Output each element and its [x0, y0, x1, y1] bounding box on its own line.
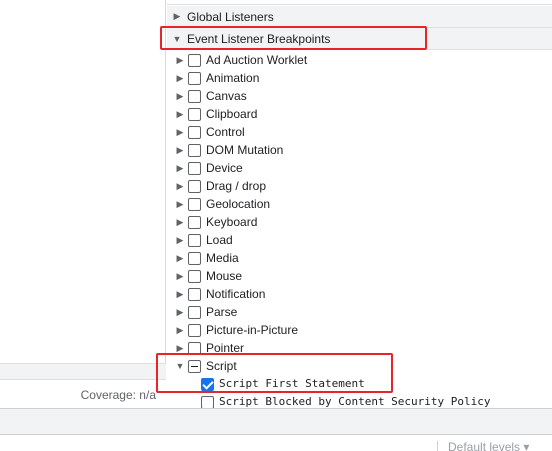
expand-triangle-icon[interactable]: ▶	[175, 127, 185, 138]
expand-triangle-icon: ▶	[173, 11, 181, 21]
category-label: Parse	[206, 305, 238, 319]
category-label: Keyboard	[206, 215, 258, 229]
category-dom-mutation[interactable]: ▶ DOM Mutation	[167, 141, 552, 159]
expand-triangle-icon[interactable]: ▶	[175, 145, 185, 156]
expand-triangle-icon[interactable]: ▶	[175, 307, 185, 318]
status-band	[0, 364, 166, 380]
category-checkbox[interactable]	[188, 323, 201, 337]
category-label: Picture-in-Picture	[206, 323, 299, 337]
category-label: Notification	[206, 287, 266, 301]
category-script[interactable]: ▼ Script	[167, 357, 552, 375]
collapse-triangle-icon: ▼	[172, 33, 182, 44]
category-media[interactable]: ▶ Media	[167, 249, 552, 267]
section-title: Global Listeners	[187, 9, 274, 24]
category-checkbox[interactable]	[188, 125, 201, 139]
expand-triangle-icon[interactable]: ▶	[175, 163, 185, 174]
global-listeners-header[interactable]: ▶ Global Listeners	[167, 6, 552, 28]
category-parse[interactable]: ▶ Parse	[167, 303, 552, 321]
category-checkbox[interactable]	[188, 215, 201, 229]
editor-status-area: Coverage: n/a	[0, 363, 166, 408]
toolbar-divider	[437, 441, 438, 451]
category-label: Geolocation	[206, 197, 271, 211]
category-label: Mouse	[206, 269, 243, 283]
log-levels-dropdown[interactable]: Default levels ▾	[448, 440, 529, 451]
drawer-toolbar	[0, 408, 552, 435]
category-ad-auction-worklet[interactable]: ▶ Ad Auction Worklet	[167, 51, 552, 69]
expand-triangle-icon[interactable]: ▶	[175, 91, 185, 102]
category-checkbox[interactable]	[188, 251, 201, 265]
category-control[interactable]: ▶ Control	[167, 123, 552, 141]
expand-triangle-icon[interactable]: ▶	[175, 217, 185, 228]
breakpoint-label: Script Blocked by Content Security Polic…	[219, 395, 491, 408]
coverage-status: Coverage: n/a	[80, 388, 156, 402]
expand-triangle-icon[interactable]: ▶	[175, 109, 185, 120]
category-label: Drag / drop	[206, 179, 267, 193]
category-label: DOM Mutation	[206, 143, 284, 157]
collapse-triangle-icon[interactable]: ▼	[175, 361, 185, 371]
expand-triangle-icon[interactable]: ▶	[175, 253, 185, 264]
expand-triangle-icon[interactable]: ▶	[175, 235, 185, 246]
category-label: Media	[206, 251, 239, 265]
breakpoint-checkbox[interactable]	[201, 396, 214, 408]
category-drag-drop[interactable]: ▶ Drag / drop	[167, 177, 552, 195]
breakpoint-label: Script First Statement	[219, 377, 365, 390]
category-label: Ad Auction Worklet	[206, 53, 308, 67]
previous-section-edge	[167, 0, 552, 5]
category-label: Canvas	[206, 89, 247, 103]
category-animation[interactable]: ▶ Animation	[167, 69, 552, 87]
category-canvas[interactable]: ▶ Canvas	[167, 87, 552, 105]
expand-triangle-icon[interactable]: ▶	[175, 289, 185, 300]
breakpoint-checkbox[interactable]	[201, 378, 214, 391]
category-checkbox[interactable]	[188, 197, 201, 211]
category-checkbox[interactable]	[188, 341, 201, 355]
event-listener-breakpoints-header[interactable]: ▼ Event Listener Breakpoints	[167, 28, 552, 50]
breakpoint-script-first-statement[interactable]: Script First Statement	[167, 375, 552, 393]
expand-triangle-icon[interactable]: ▶	[175, 199, 185, 210]
category-checkbox[interactable]	[188, 89, 201, 103]
category-geolocation[interactable]: ▶ Geolocation	[167, 195, 552, 213]
expand-triangle-icon[interactable]: ▶	[175, 271, 185, 282]
category-checkbox[interactable]	[188, 305, 201, 319]
category-label: Device	[206, 161, 243, 175]
category-label: Load	[206, 233, 233, 247]
category-label: Pointer	[206, 341, 245, 355]
category-pointer[interactable]: ▶ Pointer	[167, 339, 552, 357]
category-checkbox[interactable]	[188, 269, 201, 283]
expand-triangle-icon[interactable]: ▶	[175, 325, 185, 336]
category-label: Animation	[206, 71, 260, 85]
expand-triangle-icon[interactable]: ▶	[175, 343, 185, 354]
section-title: Event Listener Breakpoints	[187, 31, 331, 46]
debugger-sidebar: ▶ Global Listeners ▼ Event Listener Brea…	[167, 0, 552, 408]
category-label: Control	[206, 125, 245, 139]
category-checkbox[interactable]	[188, 53, 201, 67]
category-picture-in-picture[interactable]: ▶ Picture-in-Picture	[167, 321, 552, 339]
sources-left-pane: Coverage: n/a	[0, 0, 166, 408]
category-mouse[interactable]: ▶ Mouse	[167, 267, 552, 285]
category-clipboard[interactable]: ▶ Clipboard	[167, 105, 552, 123]
category-label: Clipboard	[206, 107, 258, 121]
script-category-checkbox[interactable]	[188, 359, 201, 373]
category-checkbox[interactable]	[188, 107, 201, 121]
category-checkbox[interactable]	[188, 287, 201, 301]
category-checkbox[interactable]	[188, 233, 201, 247]
expand-triangle-icon[interactable]: ▶	[175, 181, 185, 192]
category-checkbox[interactable]	[188, 143, 201, 157]
expand-triangle-icon[interactable]: ▶	[175, 73, 185, 84]
category-label: Script	[206, 359, 237, 373]
category-checkbox[interactable]	[188, 161, 201, 175]
category-device[interactable]: ▶ Device	[167, 159, 552, 177]
category-keyboard[interactable]: ▶ Keyboard	[167, 213, 552, 231]
expand-triangle-icon[interactable]: ▶	[175, 55, 185, 66]
category-load[interactable]: ▶ Load	[167, 231, 552, 249]
category-checkbox[interactable]	[188, 179, 201, 193]
category-notification[interactable]: ▶ Notification	[167, 285, 552, 303]
category-checkbox[interactable]	[188, 71, 201, 85]
breakpoint-script-blocked-csp[interactable]: Script Blocked by Content Security Polic…	[167, 393, 552, 408]
